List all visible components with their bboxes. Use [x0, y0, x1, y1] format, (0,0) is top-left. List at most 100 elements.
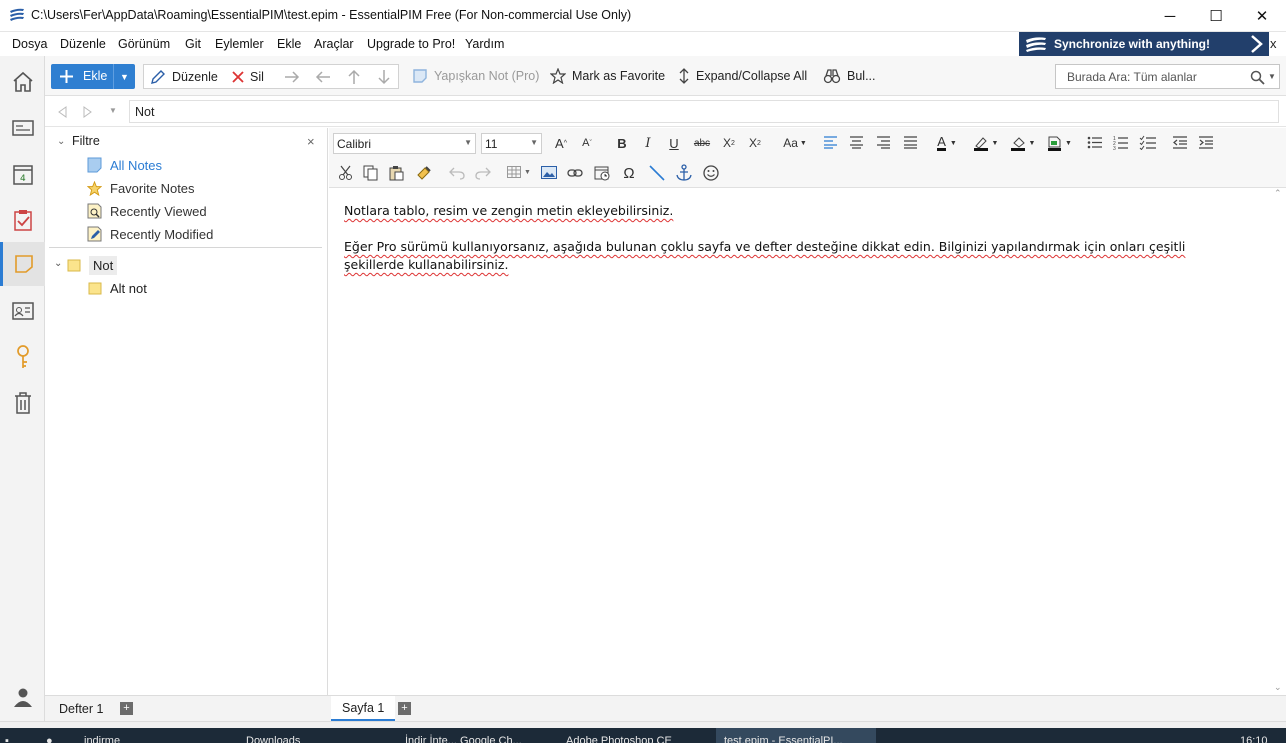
underline-icon[interactable]: U — [667, 133, 681, 153]
shrink-font-icon[interactable]: Aˇ — [579, 133, 595, 153]
numbered-list-icon[interactable]: 123 — [1113, 135, 1129, 150]
align-right-icon[interactable] — [876, 136, 891, 149]
horizontal-line-icon[interactable] — [649, 165, 665, 181]
nav-account[interactable] — [0, 675, 45, 719]
nav-home[interactable] — [0, 60, 45, 104]
italic-icon[interactable]: I — [641, 133, 655, 153]
nav-calendar[interactable]: 4 — [0, 152, 45, 196]
tab-page-1[interactable]: Sayfa 1 — [331, 696, 396, 721]
tree-expand-chevron-icon[interactable]: ⌄ — [54, 258, 62, 269]
tab-notebook-1[interactable]: Defter 1 — [48, 696, 114, 721]
minimize-button[interactable]: ─ — [1147, 0, 1193, 32]
forward-icon[interactable] — [83, 106, 93, 118]
breadcrumb[interactable]: Not — [129, 100, 1279, 123]
change-case-icon[interactable]: Aa ▼ — [782, 133, 808, 153]
nav-passwords[interactable] — [0, 335, 45, 379]
filter-collapse-chevron-icon[interactable]: ⌄ — [57, 136, 65, 147]
mark-favorite-button[interactable]: Mark as Favorite — [550, 56, 665, 96]
edit-button[interactable]: Düzenle — [150, 57, 218, 97]
indent-icon[interactable] — [1198, 136, 1214, 149]
page-color-icon[interactable]: ▼ — [1046, 133, 1074, 153]
align-justify-icon[interactable] — [903, 136, 918, 149]
menu-insert[interactable]: Ekle — [277, 37, 301, 51]
note-content[interactable]: Notlara tablo, resim ve zengin metin ekl… — [344, 202, 1244, 292]
insert-link-icon[interactable] — [567, 166, 583, 180]
bold-icon[interactable]: B — [615, 133, 629, 153]
paste-icon[interactable] — [389, 165, 404, 181]
arrow-right-icon[interactable] — [284, 70, 300, 84]
menu-view[interactable]: Görünüm — [118, 37, 170, 51]
nav-tasks[interactable] — [0, 198, 45, 242]
menu-upgrade[interactable]: Upgrade to Pro! — [367, 37, 455, 51]
taskbar-item-indirme[interactable]: indirme — [84, 728, 120, 743]
start-button[interactable]: ▪ — [5, 728, 9, 743]
menu-help[interactable]: Yardım — [465, 37, 504, 51]
font-color-icon[interactable]: A ▼ — [935, 133, 959, 153]
tree-node-not[interactable]: Not — [67, 254, 147, 276]
copy-icon[interactable] — [363, 165, 379, 181]
scroll-up-icon[interactable]: ⌃ — [1274, 188, 1282, 199]
menu-tools[interactable]: Araçlar — [314, 37, 354, 51]
add-page-button[interactable]: + — [398, 702, 411, 715]
anchor-icon[interactable] — [676, 164, 692, 181]
taskbar-item-downloads[interactable]: Downloads — [246, 728, 300, 743]
align-left-icon[interactable] — [823, 136, 838, 149]
find-button[interactable]: Bul... — [823, 56, 876, 96]
nav-contacts[interactable] — [0, 289, 45, 333]
menu-edit[interactable]: Düzenle — [60, 37, 106, 51]
nav-trash[interactable] — [0, 381, 45, 425]
grow-font-icon[interactable]: A ^ — [553, 133, 569, 153]
arrow-left-icon[interactable] — [315, 70, 331, 84]
insert-table-button[interactable]: ▼ — [507, 166, 531, 178]
taskbar-item-photoshop[interactable]: Adobe Photoshop CE — [566, 728, 672, 743]
back-icon[interactable] — [57, 106, 67, 118]
insert-image-icon[interactable] — [541, 166, 557, 179]
add-button[interactable]: Ekle ▼ — [51, 64, 135, 89]
fill-color-icon[interactable]: ▼ — [1009, 133, 1037, 153]
bullet-list-icon[interactable] — [1087, 136, 1103, 149]
sync-banner[interactable]: Synchronize with anything! — [1019, 32, 1269, 56]
undo-icon[interactable] — [449, 166, 465, 180]
nav-notes[interactable] — [0, 242, 45, 286]
sticky-note-button[interactable]: Yapışkan Not (Pro) — [412, 56, 539, 96]
filter-all-notes[interactable]: All Notes — [87, 155, 162, 175]
filter-favorite-notes[interactable]: Favorite Notes — [87, 178, 195, 198]
checklist-icon[interactable] — [1139, 135, 1157, 150]
menu-file[interactable]: Dosya — [12, 37, 47, 51]
highlight-color-icon[interactable]: ▼ — [972, 133, 1000, 153]
maximize-button[interactable]: ☐ — [1193, 0, 1239, 32]
font-size-select[interactable]: 11 ▼ — [481, 133, 542, 154]
format-painter-icon[interactable] — [416, 165, 432, 181]
outdent-icon[interactable] — [1172, 136, 1188, 149]
taskbar-item-essentialpim[interactable]: test.epim - EssentialPI... — [716, 728, 876, 743]
add-dropdown-arrow[interactable]: ▼ — [113, 64, 135, 89]
superscript-icon[interactable]: X2 — [747, 133, 763, 153]
filter-close-icon[interactable]: × — [307, 134, 315, 149]
history-dropdown-arrow[interactable]: ▼ — [109, 106, 117, 115]
arrow-up-icon[interactable] — [347, 69, 361, 85]
nav-dashboard[interactable] — [0, 106, 45, 150]
cut-icon[interactable] — [338, 165, 353, 180]
close-window-button[interactable]: ✕ — [1239, 0, 1285, 32]
filter-recently-viewed[interactable]: Recently Viewed — [87, 201, 207, 221]
menu-actions[interactable]: Eylemler — [215, 37, 264, 51]
editor-scrollbar[interactable]: ⌃ ⌄ — [1270, 188, 1286, 695]
align-center-icon[interactable] — [849, 136, 864, 149]
delete-button[interactable]: Sil — [232, 57, 264, 97]
filter-recently-modified[interactable]: Recently Modified — [87, 224, 213, 244]
search-options-arrow[interactable]: ▼ — [1268, 72, 1276, 81]
redo-icon[interactable] — [475, 166, 491, 180]
menu-go[interactable]: Git — [185, 37, 201, 51]
search-icon[interactable] — [1250, 70, 1266, 85]
omega-special-character-icon[interactable]: Ω — [621, 163, 637, 183]
expand-collapse-button[interactable]: Expand/Collapse All — [678, 56, 807, 96]
add-notebook-button[interactable]: + — [120, 702, 133, 715]
strikethrough-icon[interactable]: abc — [691, 133, 713, 153]
chrome-taskbar-icon[interactable]: ● — [46, 728, 53, 743]
tree-node-alt-not[interactable]: Alt not — [88, 278, 147, 298]
emoji-icon[interactable] — [703, 165, 719, 181]
subscript-icon[interactable]: X2 — [721, 133, 737, 153]
insert-datetime-icon[interactable] — [594, 165, 610, 181]
search-input[interactable]: Burada Ara: Tüm alanlar ▼ — [1055, 64, 1280, 89]
scroll-down-icon[interactable]: ⌄ — [1274, 682, 1282, 693]
